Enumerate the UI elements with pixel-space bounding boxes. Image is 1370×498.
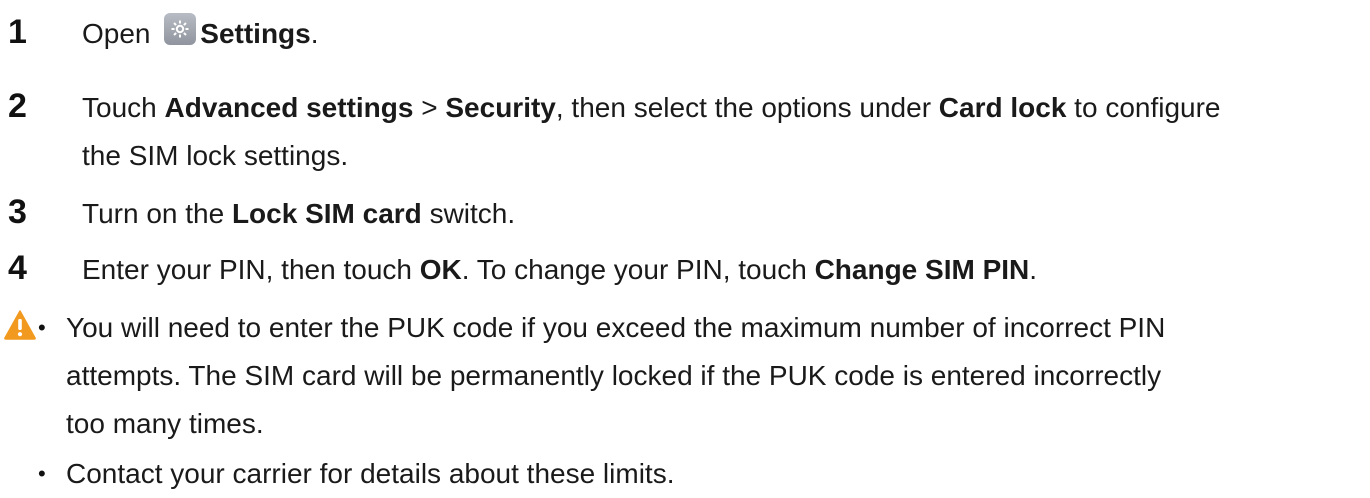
step-text: Turn on the Lock SIM card switch.: [82, 198, 516, 229]
warning-icon: [4, 310, 36, 347]
step-number: 2: [8, 87, 27, 125]
step-number: 4: [8, 249, 27, 287]
bullet: •: [38, 461, 46, 486]
advanced-settings-label: Advanced settings: [164, 92, 414, 123]
step-number: 1: [8, 13, 27, 51]
settings-label: Settings: [200, 18, 311, 49]
note-item: You will need to enter the PUK code if y…: [66, 312, 1166, 439]
card-lock-label: Card lock: [938, 92, 1067, 123]
step-text: Enter your PIN, then touch OK. To change…: [82, 254, 1038, 285]
step-text: Touch Advanced settings > Security, then…: [82, 92, 1221, 171]
ok-label: OK: [419, 254, 462, 285]
security-label: Security: [445, 92, 556, 123]
bullet: •: [38, 315, 46, 340]
gear-icon: [164, 13, 197, 45]
step-number: 3: [8, 193, 27, 231]
lock-sim-card-label: Lock SIM card: [231, 198, 422, 229]
change-sim-pin-label: Change SIM PIN: [814, 254, 1030, 285]
note-item: Contact your carrier for details about t…: [66, 458, 675, 489]
step-text: Open Settings.: [82, 10, 1362, 58]
